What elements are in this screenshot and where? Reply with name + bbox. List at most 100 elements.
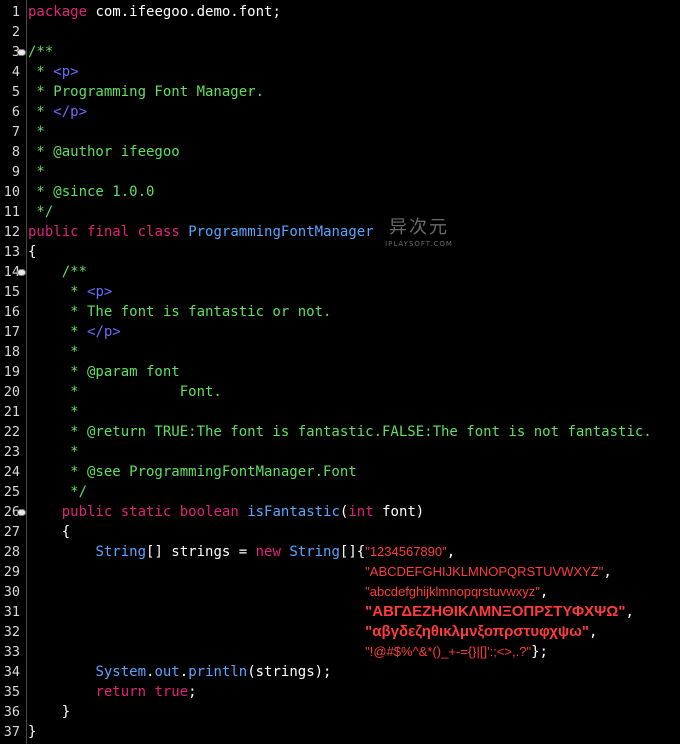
line-number: 15 — [3, 284, 20, 300]
fold-toggle-icon[interactable] — [17, 49, 26, 56]
line-number: 18 — [3, 344, 20, 360]
code-token: isFantastic — [247, 504, 340, 520]
code-token: , — [446, 544, 456, 560]
code-token: * @see ProgrammingFontManager.Font — [28, 464, 357, 480]
code-line[interactable]: "ΑΒΓΔΕΖΗΘΙΚΛΜΝΞΟΠΡΣΤΥΦΧΨΩ", — [28, 602, 634, 622]
code-token: ProgrammingFontManager — [188, 224, 374, 240]
code-token: * @param font — [28, 364, 180, 380]
code-line[interactable]: * </p> — [28, 322, 121, 342]
code-line[interactable]: { — [28, 522, 70, 542]
code-line[interactable]: } — [28, 702, 70, 722]
code-token: /** — [28, 264, 88, 280]
code-token: */ — [28, 484, 88, 500]
code-line[interactable]: "ABCDEFGHIJKLMNOPQRSTUVWXYZ", — [28, 562, 612, 582]
code-token: }; — [531, 644, 548, 660]
line-number: 13 — [3, 244, 20, 260]
code-line[interactable]: * @since 1.0.0 — [28, 182, 154, 202]
code-line[interactable]: * <p> — [28, 282, 112, 302]
code-token: } — [28, 724, 37, 740]
code-line[interactable]: /** — [28, 262, 87, 282]
code-token: "1234567890" — [365, 544, 447, 559]
code-line[interactable]: * — [28, 162, 44, 182]
line-number: 1 — [11, 4, 20, 20]
code-token: String — [95, 544, 147, 560]
code-line[interactable]: * <p> — [28, 62, 79, 82]
code-line[interactable]: * — [28, 402, 79, 422]
code-line[interactable]: * The font is fantastic or not. — [28, 302, 331, 322]
fold-toggle-icon[interactable] — [17, 269, 26, 276]
code-token: { — [28, 244, 37, 260]
code-line[interactable]: * @see ProgrammingFontManager.Font — [28, 462, 357, 482]
code-line[interactable]: System.out.println(strings); — [28, 662, 332, 682]
code-line[interactable]: return true; — [28, 682, 197, 702]
code-token: out — [154, 664, 180, 680]
line-number: 20 — [3, 384, 20, 400]
watermark-title: 异次元 — [389, 217, 449, 238]
code-line[interactable]: * @return TRUE:The font is fantastic.FAL… — [28, 422, 652, 442]
line-number: 31 — [3, 604, 20, 620]
line-number: 34 — [3, 664, 20, 680]
line-number: 29 — [3, 564, 20, 580]
code-token: * @return TRUE:The font is fantastic.FAL… — [28, 424, 652, 440]
code-token: println — [188, 664, 248, 680]
code-token: <p> — [87, 284, 113, 300]
code-line[interactable]: * Font. — [28, 382, 222, 402]
code-token: , — [539, 584, 549, 600]
code-line[interactable]: * @param font — [28, 362, 180, 382]
code-line[interactable]: /** — [28, 42, 53, 62]
code-token: (strings); — [247, 664, 332, 680]
code-token: * — [28, 324, 88, 340]
code-token: * Font. — [28, 384, 222, 400]
code-line[interactable]: * </p> — [28, 102, 87, 122]
code-token: font) — [373, 504, 425, 520]
code-line[interactable]: * @author ifeegoo — [28, 142, 179, 162]
line-number: 8 — [11, 144, 20, 160]
code-token: , — [589, 624, 598, 640]
line-number: 12 — [3, 224, 20, 240]
code-token: return — [95, 684, 147, 700]
code-token: package — [28, 4, 88, 20]
code-token: * — [28, 124, 45, 140]
code-line[interactable]: "!@#$%^&*()_+-={}|[]':;<>,.?"}; — [28, 642, 548, 662]
code-token: <p> — [53, 64, 79, 80]
line-number: 6 — [11, 104, 20, 120]
code-token: , — [625, 604, 634, 620]
code-line[interactable]: "αβγδεζηθικλμνξοπρστυφχψω", — [28, 622, 597, 642]
code-token: ; — [188, 684, 197, 700]
code-token: class — [137, 224, 180, 240]
line-number: 2 — [11, 24, 20, 40]
code-token: true — [154, 684, 189, 700]
code-token: * The font is fantastic or not. — [28, 304, 332, 320]
line-number: 21 — [3, 404, 20, 420]
code-line[interactable]: * — [28, 342, 79, 362]
code-line[interactable]: public final class ProgrammingFontManage… — [28, 222, 374, 242]
code-line[interactable]: "abcdefghijklmnopqrstuvwxyz", — [28, 582, 548, 602]
code-token: System — [95, 664, 147, 680]
code-editor[interactable]: 1 2 3 4 5 6 7 8 9 10 11 12 13 14 15 16 17 18 19 20 21 22 23 24 2… — [0, 0, 680, 744]
code-token: []{ — [339, 544, 366, 560]
code-line[interactable]: public static boolean isFantastic(int fo… — [28, 502, 425, 522]
code-line[interactable]: package com.ifeegoo.demo.font; — [28, 2, 281, 22]
code-line[interactable]: String[] strings = new String[]{"1234567… — [28, 542, 455, 562]
code-line[interactable]: * Programming Font Manager. — [28, 82, 264, 102]
line-number: 33 — [3, 644, 20, 660]
code-line[interactable]: * — [28, 122, 45, 142]
code-token: * — [28, 344, 79, 360]
code-line[interactable]: */ — [28, 482, 87, 502]
line-number: 5 — [11, 84, 20, 100]
code-token: * — [28, 64, 54, 80]
code-token: * — [28, 404, 79, 420]
code-line[interactable]: * — [28, 442, 78, 462]
line-number: 22 — [3, 424, 20, 440]
code-line[interactable]: { — [28, 242, 36, 262]
code-line[interactable]: } — [28, 722, 36, 742]
fold-toggle-icon[interactable] — [17, 509, 26, 516]
code-line[interactable]: */ — [28, 202, 53, 222]
line-number: 19 — [3, 364, 20, 380]
